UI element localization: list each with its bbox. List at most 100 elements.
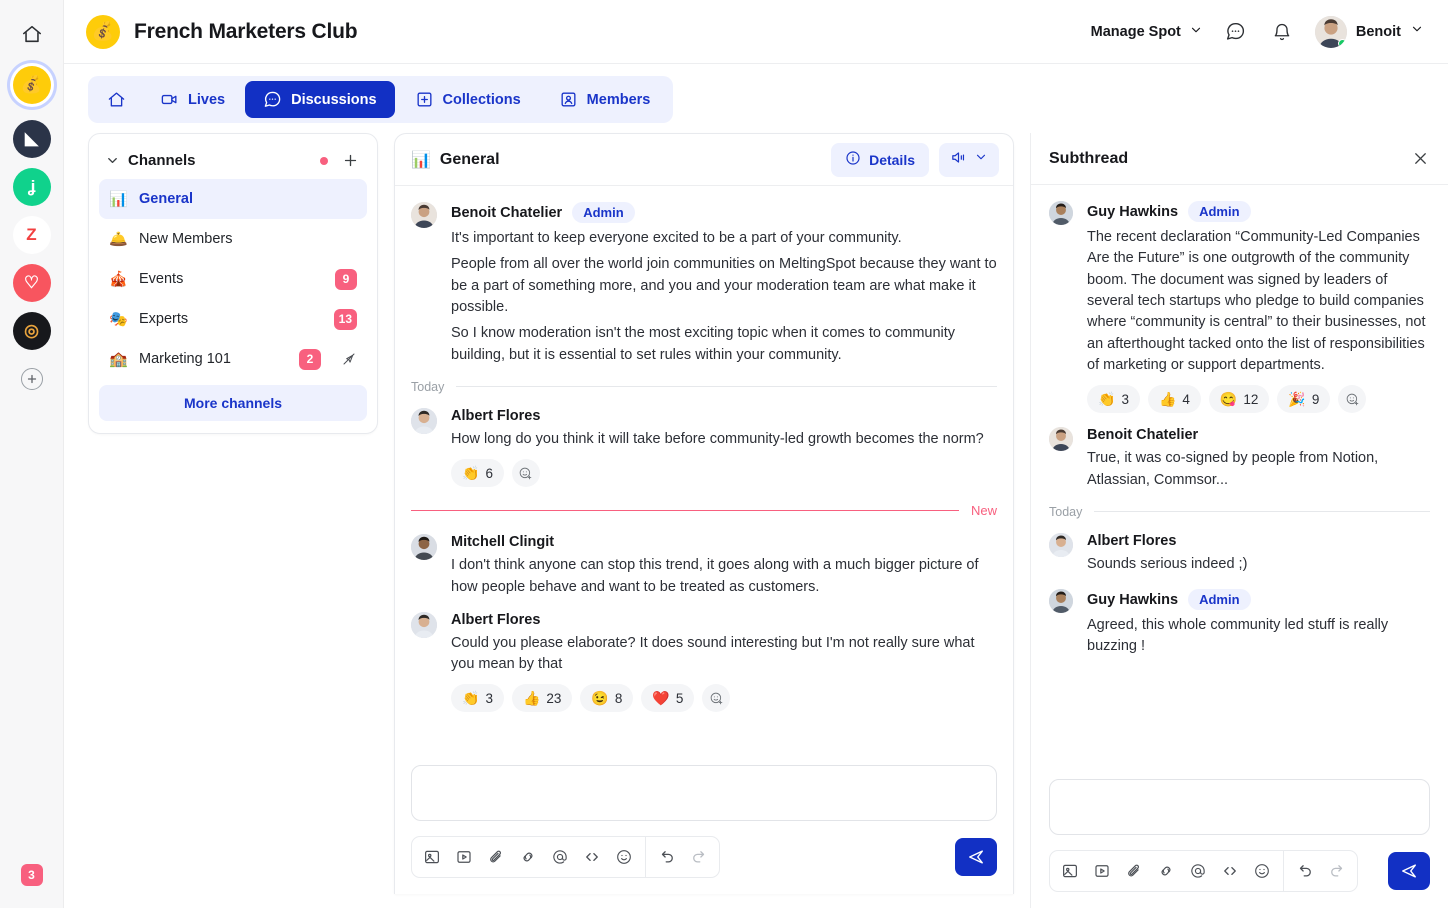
sidebar-item-new-members[interactable]: 🛎️ New Members [99,219,367,259]
manage-spot-menu[interactable]: Manage Spot [1091,23,1203,41]
workspace-icon-3[interactable]: ʝ [12,168,51,206]
video-icon [160,90,179,109]
chat-bubble-icon [263,90,282,109]
avatar [411,202,437,228]
sidebar-item-events[interactable]: 🎪 Events 9 [99,259,367,299]
workspace-icon-5[interactable]: ♡ [12,264,51,302]
details-button[interactable]: Details [831,142,929,177]
sound-settings-button[interactable] [939,142,999,177]
message-author: Guy Hawkins [1087,203,1179,220]
message-body: Benoit Chatelier True, it was co-signed b… [1087,427,1430,491]
redo-icon[interactable] [1321,854,1353,888]
tab-home[interactable] [93,81,140,118]
reaction-chip[interactable]: 👍 23 [511,684,573,713]
workspace-icon-2[interactable]: ◣ [12,120,51,158]
subthread-header: Subthread [1031,133,1448,185]
emoji-icon[interactable] [608,840,640,874]
tab-discussions[interactable]: Discussions [245,81,395,118]
undo-icon[interactable] [1289,854,1321,888]
sidebar-item-marketing-101[interactable]: 🏫 Marketing 101 2 [99,339,367,379]
user-menu[interactable]: Benoit [1314,15,1424,48]
workspace-icon-4[interactable]: Z [12,216,51,254]
add-reaction-icon[interactable] [1338,385,1367,414]
tab-collections[interactable]: Collections [397,81,539,118]
reaction-emoji: 😋 [1219,390,1238,407]
message: Mitchell Clingit I don't think anyone can… [411,534,997,598]
image-icon[interactable] [416,840,448,874]
home-icon[interactable] [16,18,48,50]
tab-lives[interactable]: Lives [142,81,243,118]
code-icon[interactable] [576,840,608,874]
more-channels-button[interactable]: More channels [99,385,367,421]
formatting-tools [411,836,720,878]
channel-label: Experts [139,311,189,327]
reaction-chip[interactable]: ❤️ 5 [641,684,695,713]
reaction-bar: 👏 3 👍 23 😉 8 ❤️ 5 [451,684,997,713]
message: Guy Hawkins Admin Agreed, this whole commu… [1049,589,1430,658]
chevron-down-icon [974,150,988,169]
message: Benoit Chatelier True, it was co-signed b… [1049,427,1430,491]
community-logo: 💰 [86,14,120,49]
unread-badge: 9 [335,268,357,290]
link-icon[interactable] [1150,854,1182,888]
divider-line [456,386,997,388]
workspace-list: 💰 ◣ ʝ Z ♡ ◎ [12,64,51,360]
reaction-chip[interactable]: 😉 8 [580,684,634,713]
rail-notification-badge[interactable]: 3 [20,864,43,886]
channel-list: 📊 General 🛎️ New Members 🎪 Events 9 🎭 Experts 13 🏫… [99,179,367,379]
code-icon[interactable] [1214,854,1246,888]
top-header: 💰 French Marketers Club Manage Spot Beno… [64,0,1448,64]
mention-icon[interactable] [1182,854,1214,888]
workspace-icon-6[interactable]: ◎ [12,312,51,350]
subthread-message-input[interactable] [1049,779,1430,835]
send-button[interactable] [955,838,997,876]
undo-icon[interactable] [651,840,683,874]
app-window: 💰 ◣ ʝ Z ♡ ◎ 3 💰 French Marketers Club Manage … [0,0,1448,908]
tab-members[interactable]: Members [541,81,669,118]
discussion-panel: 📊 General Details Benoit Chatelier Admin… [394,133,1014,894]
video-icon[interactable] [448,840,480,874]
chevron-down-icon[interactable] [105,153,120,168]
chat-bubble-icon[interactable] [1223,19,1249,45]
subthread-composer-toolbar [1049,850,1430,892]
add-reaction-icon[interactable] [511,459,540,488]
speaker-icon [950,149,967,171]
reaction-chip[interactable]: 👍 4 [1147,385,1201,414]
bell-icon[interactable] [1269,19,1295,45]
reaction-chip[interactable]: 😋 12 [1208,385,1270,414]
attachment-icon[interactable] [480,840,512,874]
subthread-send-button[interactable] [1388,852,1430,890]
message-composer [395,757,1013,894]
divider-line [1094,511,1430,513]
mute-icon[interactable] [341,351,357,367]
unread-badge: 2 [299,348,321,370]
reaction-chip[interactable]: 👏 3 [451,684,504,713]
user-name: Benoit [1355,23,1401,40]
message-header: Guy Hawkins Admin [1087,589,1430,611]
mention-icon[interactable] [544,840,576,874]
chevron-down-icon [1410,22,1424,41]
link-icon[interactable] [512,840,544,874]
sidebar-item-general[interactable]: 📊 General [99,179,367,219]
add-channel-button[interactable] [342,152,359,169]
sidebar-item-experts[interactable]: 🎭 Experts 13 [99,299,367,339]
message: Guy Hawkins Admin The recent declaration “… [1049,201,1430,414]
reaction-chip[interactable]: 👏 6 [451,459,504,488]
redo-icon[interactable] [683,840,715,874]
attachment-icon[interactable] [1118,854,1150,888]
video-icon[interactable] [1086,854,1118,888]
message-input[interactable] [411,765,997,821]
add-reaction-icon[interactable] [702,684,731,713]
message-author: Albert Flores [451,611,541,628]
close-icon[interactable] [1411,149,1430,168]
reaction-chip[interactable]: 👏 3 [1087,385,1140,414]
image-icon[interactable] [1054,854,1086,888]
reaction-chip[interactable]: 🎉 9 [1277,385,1331,414]
add-workspace-button[interactable] [20,368,43,390]
channels-header: Channels [99,144,367,179]
message-header: Guy Hawkins Admin [1087,201,1430,222]
emoji-icon[interactable] [1246,854,1278,888]
workspace-icon-1[interactable]: 💰 [12,66,51,104]
reaction-count: 9 [1311,391,1320,407]
message-text: People from all over the world join comm… [451,256,997,315]
